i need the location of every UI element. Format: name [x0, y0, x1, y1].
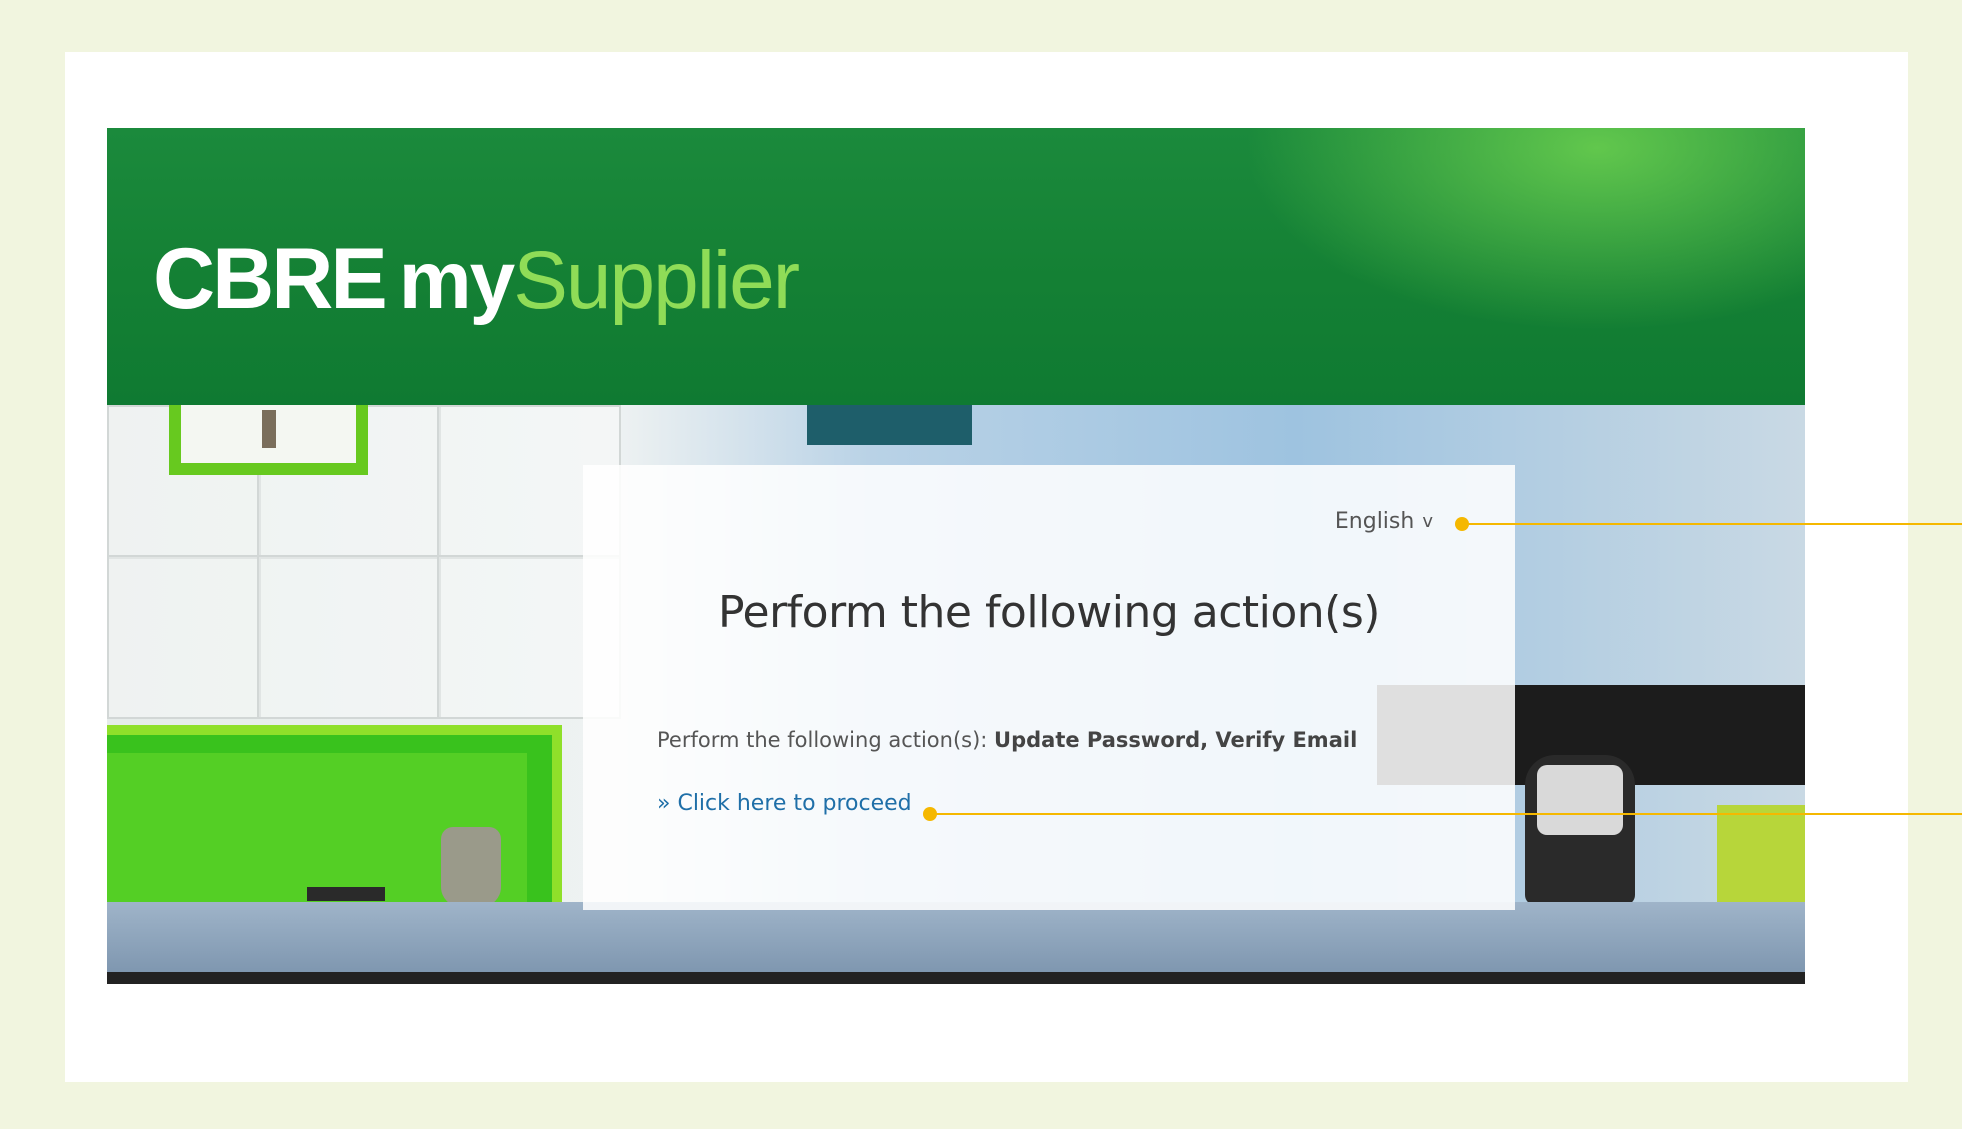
- trophy: [262, 410, 276, 448]
- office-chair-seat: [1537, 765, 1623, 835]
- book: [307, 887, 385, 901]
- floor: [107, 902, 1805, 972]
- language-label: English: [1334, 509, 1415, 534]
- login-page-screenshot: CBRE my Supplier English v Perform the f…: [107, 128, 1805, 984]
- callout-dot-language: [1455, 517, 1469, 531]
- proceed-link[interactable]: » Click here to proceed: [657, 791, 912, 816]
- required-actions-prefix: Perform the following action(s):: [657, 728, 995, 752]
- footer-bar: [107, 972, 1805, 984]
- page-title: Perform the following action(s): [718, 587, 1380, 638]
- required-actions-list: Update Password, Verify Email: [994, 728, 1358, 752]
- language-selector[interactable]: English v: [1335, 509, 1433, 534]
- required-actions-text: Perform the following action(s): Update …: [657, 728, 1357, 752]
- action-panel: English v Perform the following action(s…: [583, 465, 1515, 910]
- chevron-down-icon: v: [1422, 511, 1433, 532]
- callout-line-language: [1462, 523, 1962, 525]
- wall-tile: [107, 555, 261, 719]
- logo-supplier: Supplier: [513, 235, 800, 326]
- cbre-mysupplier-logo: CBRE my Supplier: [153, 230, 800, 330]
- callout-line-proceed: [930, 813, 1962, 815]
- header-banner: CBRE my Supplier: [107, 128, 1805, 405]
- callout-dot-proceed: [923, 807, 937, 821]
- logo-my: my: [398, 235, 516, 326]
- trophy-cup: [441, 827, 501, 907]
- wall-tile: [257, 555, 441, 719]
- dark-window-band: [807, 405, 972, 445]
- logo-cbre: CBRE: [153, 231, 388, 327]
